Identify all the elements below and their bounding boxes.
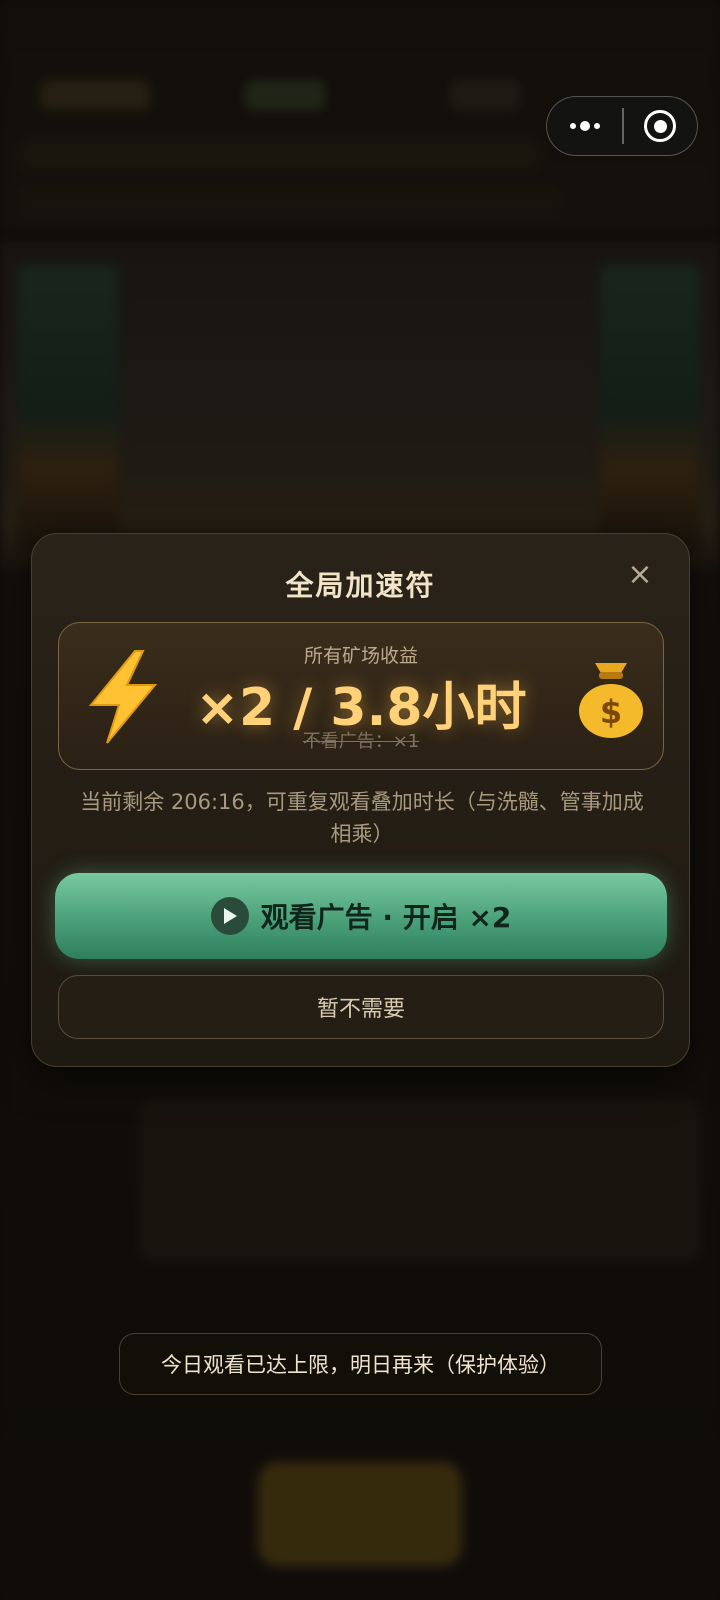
watch-ad-label: 观看广告 · 开启 ×2 <box>260 901 512 934</box>
close-icon[interactable]: × <box>620 554 660 594</box>
miniprogram-capsule <box>546 96 698 156</box>
boost-modal: 全局加速符 × 所有矿场收益 ×2 / 3.8小时 不看广告：×1 $ 当前剩余… <box>31 533 690 1067</box>
svg-text:$: $ <box>600 693 622 731</box>
money-bag-icon: $ <box>579 663 643 738</box>
boost-subtitle: 所有矿场收益 <box>303 645 418 667</box>
play-icon <box>210 897 249 935</box>
watch-ad-button[interactable]: 观看广告 · 开启 ×2 <box>55 873 667 959</box>
target-icon <box>644 110 677 142</box>
boost-card: 所有矿场收益 ×2 / 3.8小时 不看广告：×1 $ <box>58 622 664 770</box>
limit-toast: 今日观看已达上限，明日再来（保护体验） <box>119 1333 602 1395</box>
no-ad-note: 不看广告：×1 <box>302 731 420 752</box>
remaining-time-text: 当前剩余 206:16，可重复观看叠加时长（与洗髓、管事加成相乘） <box>80 790 644 846</box>
exit-miniprogram-button[interactable] <box>624 97 698 155</box>
skip-button[interactable]: 暂不需要 <box>58 975 664 1039</box>
more-menu-button[interactable] <box>547 97 622 155</box>
modal-title: 全局加速符 <box>285 569 436 602</box>
